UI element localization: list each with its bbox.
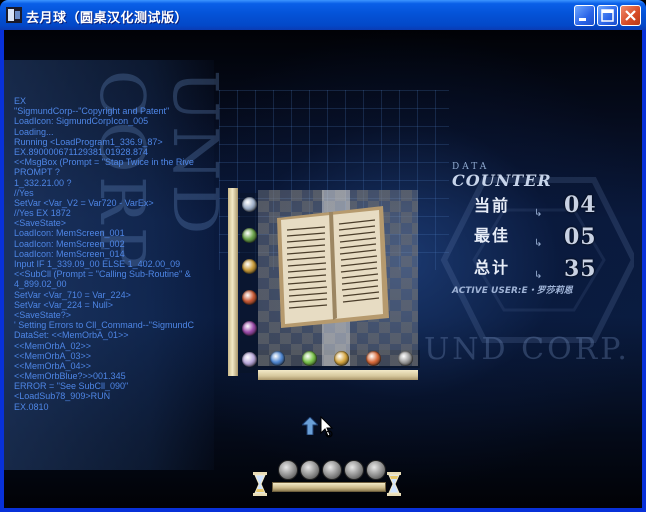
console-line: Running <LoadProgram1_336.9_87> — [14, 136, 163, 147]
console-line: LoadIcon: MemScreen_014 — [14, 248, 125, 259]
console-line: //Yes — [14, 187, 34, 198]
counter-mark-total: ↳ — [534, 270, 543, 281]
active-user: ACTIVE USER:E・罗莎莉恩 — [452, 283, 573, 296]
counter-label-best: 最佳 — [474, 226, 511, 245]
minimize-icon — [579, 18, 586, 21]
arrow-up-icon[interactable] — [302, 417, 318, 435]
console-line: LoadIcon: MemScreen_001 — [14, 228, 125, 239]
console-line: 4_899.02_00 — [14, 279, 67, 290]
counter-mark-best: ↳ — [534, 238, 543, 249]
timer-token — [322, 460, 342, 480]
memory-orb[interactable] — [302, 351, 317, 366]
minimize-button[interactable] — [574, 5, 595, 26]
console-line: EX — [14, 96, 27, 106]
counter-label-current: 当前 — [474, 196, 511, 215]
console-line: ' Setting Errors to Cll_Command--"Sigmun… — [14, 320, 194, 331]
console-line: DataSet: <<MemOrbA_01>> — [14, 330, 129, 341]
console-line: EX.0810 — [14, 401, 49, 412]
counter-value-total: 35 — [564, 256, 597, 282]
console-line: <<MemOrbA_02>> — [14, 340, 92, 351]
active-user-value: :E・罗莎莉恩 — [517, 286, 573, 296]
memento-paper-image — [277, 206, 389, 328]
maximize-button[interactable] — [597, 5, 618, 26]
console-line: <<MemOrbA_03>> — [14, 350, 92, 361]
console-line: EX.890000671129381.01928.874 — [14, 146, 148, 157]
app-icon — [6, 7, 22, 23]
active-user-label: ACTIVE USER — [452, 286, 518, 296]
game-viewport[interactable]: UND CORP EX "SigmundCorp--"Copyright and … — [4, 30, 642, 508]
timer-bar — [272, 482, 386, 492]
memory-orb[interactable] — [242, 352, 257, 367]
game-window: 去月球（圆桌汉化测试版） UND CORP EX "SigmundCorp--"C… — [0, 0, 646, 512]
timer-token — [278, 460, 298, 480]
title-bar[interactable]: 去月球（圆桌汉化测试版） — [0, 0, 646, 30]
puzzle-frame-bottom — [258, 370, 418, 380]
console-line: <SaveState?> — [14, 309, 72, 320]
console-line: SetVar <Var_710 = Var_224> — [14, 289, 131, 300]
maximize-icon — [601, 9, 614, 22]
hourglass-right-icon — [387, 472, 401, 496]
console-line: SetVar <Var_224 = Null> — [14, 299, 113, 310]
console-line: "SigmundCorp--"Copyright and Patent" — [14, 106, 170, 117]
timer-token-row — [278, 460, 388, 482]
console-line: <<MemOrbA_04>> — [14, 360, 92, 371]
counter-mark-current: ↳ — [534, 208, 543, 219]
memory-orb[interactable] — [242, 197, 257, 212]
console-line: //Yes EX 1872 — [14, 208, 71, 219]
background-corp-text: UND CORP. — [424, 332, 630, 367]
console-line: LoadIcon: MemScreen_002 — [14, 238, 125, 249]
memory-orb[interactable] — [242, 321, 257, 336]
close-icon — [625, 10, 636, 21]
console-line: <<MemOrbBlue?>>001.345 — [14, 371, 126, 382]
console-line: PROMPT ? — [14, 167, 60, 178]
counter-value-best: 05 — [564, 224, 597, 250]
hourglass-left-icon — [253, 472, 267, 496]
puzzle-left-orb-column — [240, 193, 258, 373]
window-title: 去月球（圆桌汉化测试版） — [26, 11, 189, 26]
console-line: 1_332.21.00 ? — [14, 177, 72, 188]
counter-value-current: 04 — [564, 192, 597, 218]
mouse-cursor-icon — [320, 416, 334, 438]
memory-orb[interactable] — [242, 259, 257, 274]
memory-orb[interactable] — [270, 351, 285, 366]
console-line: Input IF 1_339.09_00 ELSE 1_402.00_09 — [14, 259, 181, 269]
console-line: LoadIcon: SigmundCorpIcon_005 — [14, 116, 149, 127]
console-line: Loading... — [14, 126, 54, 137]
console-line: SetVar <Var_V2 = Var720 - VarEx> — [14, 197, 154, 208]
memory-orb[interactable] — [366, 351, 381, 366]
timer-token — [344, 460, 364, 480]
memory-orb[interactable] — [398, 351, 413, 366]
timer-token — [366, 460, 386, 480]
puzzle-frame-left — [228, 188, 238, 376]
console-line: <LoadSub78_909>RUN — [14, 391, 111, 402]
console-log: EX "SigmundCorp--"Copyright and Patent" Lo… — [14, 96, 219, 456]
console-line: <SaveState> — [14, 218, 67, 229]
memory-orb[interactable] — [334, 351, 349, 366]
timer-token — [300, 460, 320, 480]
console-line: <<SubCll (Prompt = "Calling Sub-Routine"… — [14, 269, 191, 280]
counter-label-total: 总计 — [474, 258, 511, 277]
close-button[interactable] — [620, 5, 641, 26]
console-line: <<MsgBox (Prompt = "Stap Twice in the Ri… — [14, 157, 194, 168]
memory-orb[interactable] — [242, 290, 257, 305]
console-line: ERROR = "See SubCll_090" — [14, 381, 129, 392]
counter-heading-large: COUNTER — [452, 171, 552, 190]
memory-orb[interactable] — [242, 228, 257, 243]
